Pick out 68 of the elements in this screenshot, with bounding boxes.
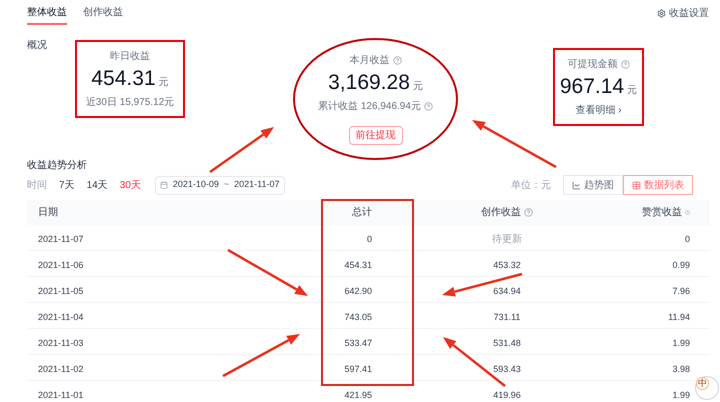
unit-label: 单位：元 <box>511 178 551 192</box>
tab[interactable]: 创作收益 <box>83 0 123 25</box>
table-cell: 453.32 <box>493 260 521 270</box>
unit-label: 元 <box>158 76 169 90</box>
view-toggle[interactable]: 趋势图 <box>563 175 623 195</box>
settings-icon <box>657 9 666 18</box>
table-cell: 11.94 <box>668 312 690 322</box>
table-cell: 2021-11-02 <box>38 364 84 374</box>
unit-label: 元 <box>627 84 638 98</box>
table-icon <box>632 180 641 190</box>
table-cell: 419.96 <box>493 390 521 400</box>
table-cell: 待更新 <box>492 234 522 244</box>
column-header: 创作收益 <box>481 206 521 220</box>
table-cell: 597.41 <box>344 364 372 374</box>
column-header: 日期 <box>38 206 58 220</box>
table-cell: 731.11 <box>494 312 520 322</box>
help-icon[interactable] <box>685 208 690 217</box>
ime-widget[interactable]: 中 <box>695 376 719 400</box>
column-header: 总计 <box>352 206 372 220</box>
range-option[interactable]: 14天 <box>86 178 108 192</box>
card-subtext: 近30日 15,975.12元 <box>86 96 174 110</box>
help-icon[interactable] <box>392 56 402 65</box>
tab[interactable]: 整体收益 <box>27 0 67 25</box>
table-cell: 743.05 <box>344 312 372 322</box>
arrow <box>209 127 274 174</box>
card-title: 昨日收益 <box>110 50 150 64</box>
table-cell: 634.94 <box>493 286 521 296</box>
table-cell: 642.90 <box>344 286 372 296</box>
table-cell: 593.43 <box>493 364 521 374</box>
table-cell: 2021-11-01 <box>38 390 84 400</box>
card-value: 454.31 <box>91 68 156 88</box>
section-title: 概况 <box>27 38 48 53</box>
settings-link[interactable]: 收益设置 <box>657 0 709 21</box>
date-range-field[interactable]: 2021-10-09 ~ 2021-11-07 <box>154 176 284 194</box>
table-cell: 7.96 <box>672 286 690 296</box>
time-label: 时间 <box>27 178 47 192</box>
card-subtext: 累计收益 126,946.94元 <box>318 100 421 114</box>
table-cell: 2021-11-06 <box>38 260 84 270</box>
table-cell: 454.31 <box>344 260 372 270</box>
details-link[interactable]: 查看明细 › <box>575 102 622 118</box>
table-cell: 2021-11-04 <box>38 312 84 322</box>
table-cell: 531.48 <box>493 338 521 348</box>
section-title: 收益趋势分析 <box>27 158 87 173</box>
table-cell: 2021-11-05 <box>38 286 84 296</box>
table-cell: 0 <box>684 234 690 244</box>
table-cell: 2021-11-03 <box>38 338 84 348</box>
range-option[interactable]: 30天 <box>120 178 141 192</box>
column-header: 赞赏收益 <box>642 206 682 220</box>
table-cell: 2021-11-07 <box>38 234 84 244</box>
table-cell: 421.95 <box>344 390 372 400</box>
table-cell: 533.47 <box>344 338 372 348</box>
withdraw-button[interactable]: 前往提现 <box>348 126 402 145</box>
unit-label: 元 <box>412 80 423 94</box>
line-chart-icon <box>572 180 581 190</box>
help-icon[interactable] <box>620 60 630 68</box>
card-title: 本月收益 <box>350 54 390 68</box>
table-cell: 1.99 <box>672 338 690 348</box>
table-cell: 1.99 <box>672 390 690 400</box>
help-icon[interactable] <box>524 208 533 217</box>
card-title: 可提现金额 <box>568 58 618 72</box>
table-cell: 0.99 <box>672 260 690 270</box>
table-cell: 3.98 <box>672 364 690 374</box>
help-icon[interactable] <box>424 102 433 111</box>
range-option[interactable]: 7天 <box>59 178 75 192</box>
card-value: 3,169.28 <box>328 72 410 93</box>
card-value: 967.14 <box>560 76 624 96</box>
table-cell: 0 <box>366 234 372 244</box>
calendar-icon <box>160 181 168 189</box>
